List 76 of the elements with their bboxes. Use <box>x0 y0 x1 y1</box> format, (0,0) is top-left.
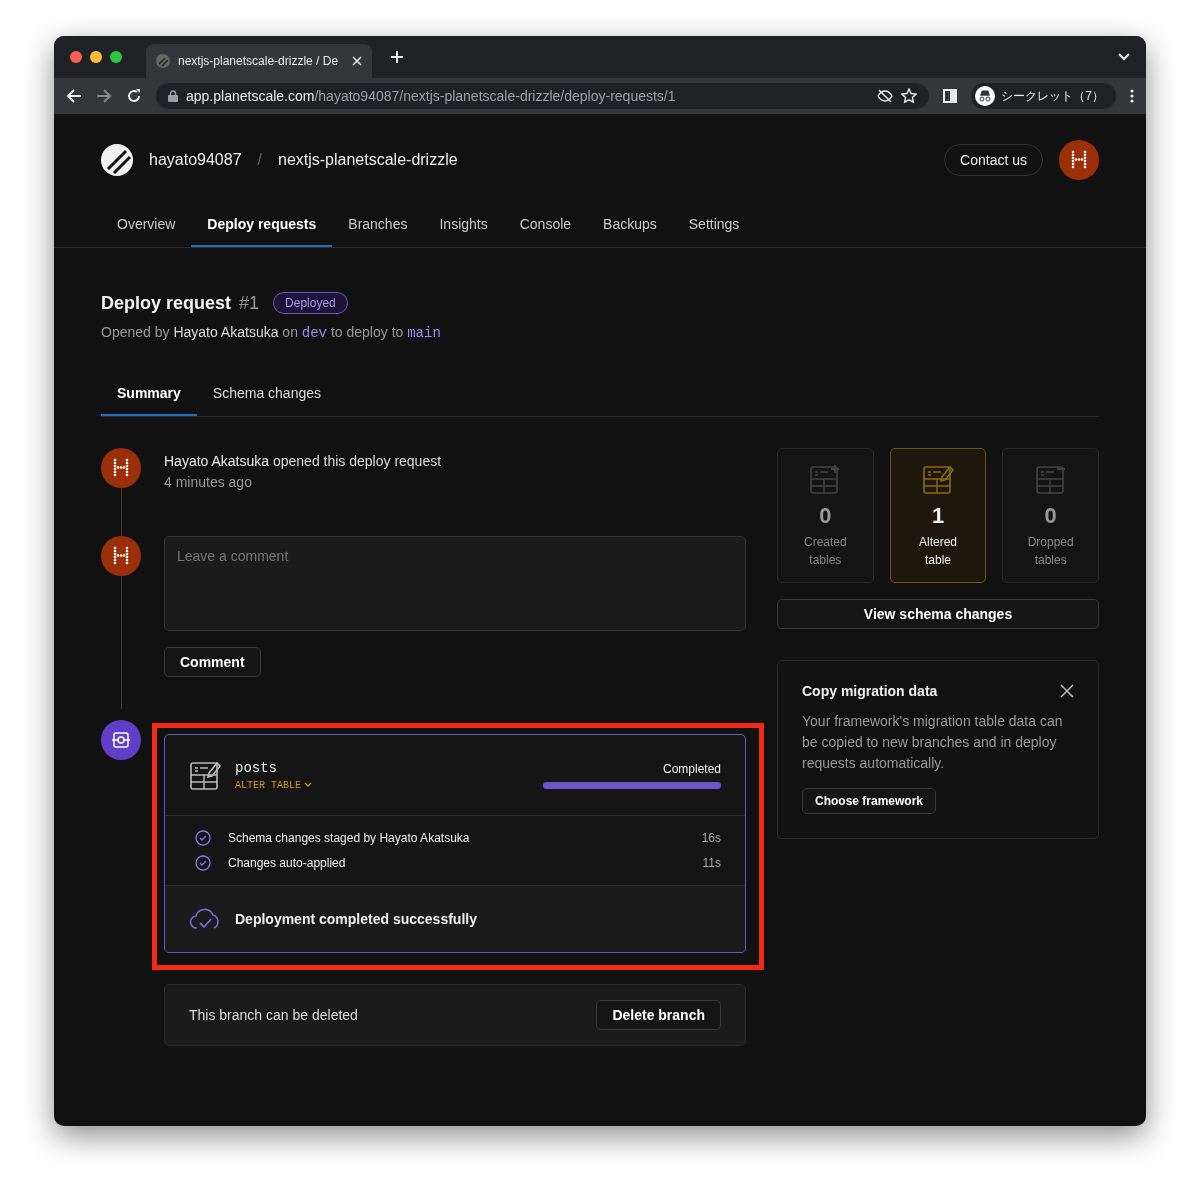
logo-icon[interactable] <box>101 144 133 176</box>
address-bar[interactable]: app.planetscale.com/hayato94087/nextjs-planetscale-drizzle/deploy-requests/1 <box>156 83 930 109</box>
stat-label: Altered table <box>918 534 958 569</box>
stat-card[interactable]: 1 Altered table <box>889 448 987 583</box>
step-duration: 16s <box>701 831 721 845</box>
stat-count: 1 <box>931 503 945 529</box>
operation-toggle[interactable]: ALTER TABLE <box>235 779 312 791</box>
url-text: app.planetscale.com/hayato94087/nextjs-planetscale-drizzle/deploy-requests/1 <box>186 88 677 104</box>
page-title: Deploy request <box>101 292 232 314</box>
step-text: Schema changes staged by Hayato Akatsuka <box>228 831 471 845</box>
forward-icon[interactable] <box>96 88 112 104</box>
table-icon <box>1034 463 1067 495</box>
step-duration: 11s <box>702 856 721 870</box>
stat-label: Dropped tables <box>1026 534 1075 569</box>
incognito-icon <box>975 86 996 106</box>
deploy-icon <box>101 720 141 760</box>
avatar-icon <box>101 536 141 576</box>
avatar-icon <box>101 448 141 488</box>
nav-tab[interactable]: Overview <box>101 206 192 247</box>
close-window-icon[interactable] <box>70 51 82 63</box>
browser-tab[interactable]: nextjs-planetscale-drizzle / De <box>146 44 372 78</box>
back-icon[interactable] <box>66 88 82 104</box>
reload-icon[interactable] <box>126 88 142 104</box>
org-link[interactable]: hayato94087 <box>149 151 242 169</box>
avatar-icon <box>1059 140 1099 180</box>
stat-count: 0 <box>1044 503 1057 529</box>
table-edit-icon <box>189 759 221 791</box>
content-tab[interactable]: Schema changes <box>196 377 337 416</box>
nav-tab[interactable]: Backups <box>587 206 673 247</box>
deployment-result: Deployment completed successfully <box>235 911 477 927</box>
stat-card[interactable]: 0 Created tables <box>777 448 874 583</box>
activity-time: 4 minutes ago <box>164 473 253 492</box>
cloud-check-icon <box>189 906 221 932</box>
nav-tab[interactable]: Deploy requests <box>191 206 333 247</box>
table-icon <box>809 463 842 495</box>
new-tab-icon[interactable] <box>390 50 404 64</box>
chevron-down-icon[interactable] <box>1118 53 1130 61</box>
nav-tab[interactable]: Settings <box>672 206 756 247</box>
more-icon[interactable] <box>1130 89 1134 103</box>
migration-description: Your framework's migration table data can be copied to new branches and in deploy requests automatically. <box>802 712 1064 773</box>
table-icon <box>922 463 954 495</box>
incognito-profile-button[interactable]: シークレット（7） <box>971 83 1116 109</box>
step-text: Changes auto-applied <box>228 856 347 870</box>
stat-count: 0 <box>819 503 832 529</box>
request-number: #1 <box>239 292 260 314</box>
nav-tab[interactable]: Insights <box>423 206 504 247</box>
migration-title: Copy migration data <box>802 683 938 699</box>
star-icon[interactable] <box>901 88 918 104</box>
view-schema-button[interactable]: View schema changes <box>777 599 1099 629</box>
maximize-window-icon[interactable] <box>110 51 122 63</box>
notice-text: This branch can be deleted <box>189 1007 358 1023</box>
tab-title: nextjs-planetscale-drizzle / De <box>178 54 340 68</box>
breadcrumb-separator: / <box>257 151 262 169</box>
choose-framework-button[interactable]: Choose framework <box>802 788 937 814</box>
status-badge: Deployed <box>273 292 348 314</box>
database-link[interactable]: nextjs-planetscale-drizzle <box>278 151 458 169</box>
stat-card[interactable]: 0 Dropped tables <box>1002 448 1099 583</box>
activity-text: Hayato Akatsuka opened this deploy request <box>164 452 443 471</box>
progress-status: Completed <box>662 761 721 776</box>
nav-tab[interactable]: Branches <box>332 206 424 247</box>
lock-icon <box>168 90 178 102</box>
delete-branch-button[interactable]: Delete branch <box>596 1000 721 1030</box>
opened-by-text: Opened by Hayato Akatsuka on dev to deploy to main <box>101 324 442 341</box>
table-name: posts <box>235 759 278 776</box>
eye-slash-icon[interactable] <box>877 89 894 103</box>
content-tab[interactable]: Summary <box>101 377 197 416</box>
sidebar-icon[interactable] <box>943 89 958 103</box>
comment-button[interactable]: Comment <box>164 647 261 677</box>
comment-field[interactable]: Leave a comment <box>164 536 746 631</box>
user-avatar[interactable] <box>1059 140 1099 180</box>
close-icon[interactable] <box>1060 684 1074 698</box>
minimize-window-icon[interactable] <box>90 51 102 63</box>
chevron-down-icon <box>304 782 312 788</box>
stat-label: Created tables <box>802 534 848 569</box>
nav-tab[interactable]: Console <box>503 206 588 247</box>
logo-icon <box>156 54 170 68</box>
